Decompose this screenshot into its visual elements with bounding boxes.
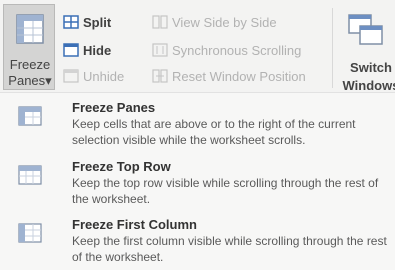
switch-windows-label-line2: Windows xyxy=(342,78,395,93)
menu-item-description: Keep the top row visible while scrolling… xyxy=(72,176,379,206)
hide-button[interactable]: Hide xyxy=(63,40,111,60)
menu-item-title: Freeze Panes xyxy=(72,100,156,115)
view-side-by-side-button[interactable]: View Side by Side xyxy=(152,12,277,32)
chevron-down-icon: ▾ xyxy=(45,73,52,88)
freeze-first-column-icon xyxy=(18,223,42,248)
menu-item-freeze-first-column[interactable]: Freeze First Column Keep the first colum… xyxy=(0,217,395,269)
reset-window-position-button[interactable]: Reset Window Position xyxy=(152,66,306,86)
hide-icon xyxy=(63,43,79,57)
unhide-icon xyxy=(63,69,79,83)
view-side-by-side-label: View Side by Side xyxy=(172,14,277,30)
freeze-panes-button[interactable]: Freeze Panes▾ xyxy=(3,4,55,90)
ribbon-separator xyxy=(332,8,333,88)
switch-windows-button[interactable]: Switch Windows xyxy=(336,8,395,93)
freeze-panes-menu: Freeze Panes Keep cells that are above o… xyxy=(0,92,395,270)
synchronous-scrolling-button[interactable]: Synchronous Scrolling xyxy=(152,40,301,60)
reset-window-position-icon xyxy=(152,69,168,83)
split-label: Split xyxy=(83,14,112,30)
freeze-top-row-icon xyxy=(18,165,42,190)
split-icon xyxy=(63,15,79,29)
switch-windows-icon xyxy=(348,14,384,51)
menu-item-title: Freeze Top Row xyxy=(72,159,171,174)
freeze-panes-label-line1: Freeze xyxy=(9,57,51,72)
menu-item-freeze-top-row[interactable]: Freeze Top Row Keep the top row visible … xyxy=(0,159,395,211)
unhide-button[interactable]: Unhide xyxy=(63,66,124,86)
menu-item-description: Keep cells that are above or to the righ… xyxy=(72,117,356,147)
freeze-panes-icon xyxy=(16,14,44,49)
reset-window-position-label: Reset Window Position xyxy=(172,68,306,84)
split-button[interactable]: Split xyxy=(63,12,111,32)
synchronous-scrolling-icon xyxy=(152,43,168,57)
switch-windows-label-line1: Switch xyxy=(350,60,392,75)
freeze-panes-label-line2: Panes▾ xyxy=(8,73,52,88)
hide-label: Hide xyxy=(83,42,112,58)
menu-item-title: Freeze First Column xyxy=(72,217,197,232)
synchronous-scrolling-label: Synchronous Scrolling xyxy=(172,42,302,58)
menu-item-description: Keep the first column visible while scro… xyxy=(72,234,387,264)
unhide-label: Unhide xyxy=(83,68,125,84)
freeze-panes-icon xyxy=(18,106,42,131)
view-ribbon-window-group: Freeze Panes▾ Split Hide Unhide View Sid… xyxy=(0,0,395,93)
view-side-by-side-icon xyxy=(152,15,168,29)
menu-item-freeze-panes[interactable]: Freeze Panes Keep cells that are above o… xyxy=(0,100,395,156)
